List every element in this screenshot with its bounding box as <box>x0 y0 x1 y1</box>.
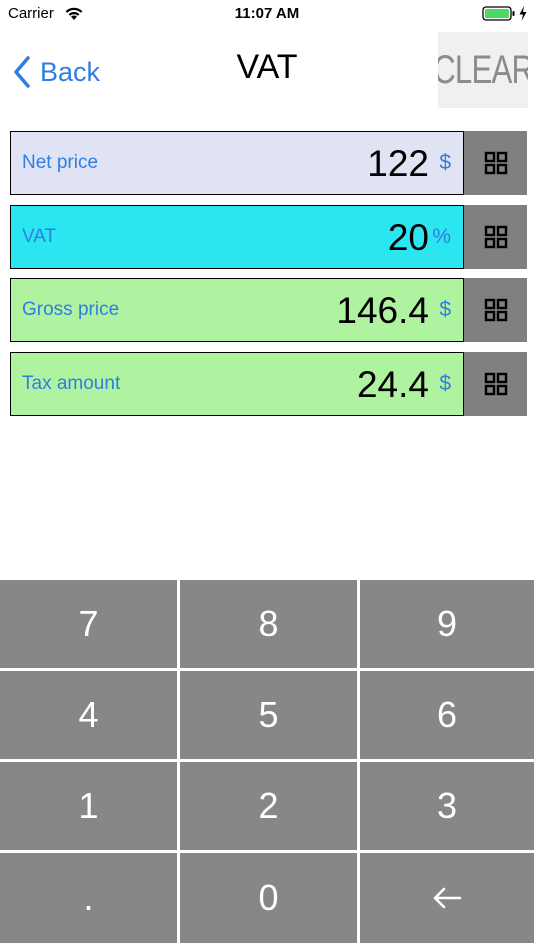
clear-button[interactable]: CLEAR <box>438 32 528 108</box>
field-label: Tax amount <box>22 373 121 394</box>
field-row-vat: VAT 20 % <box>10 205 527 269</box>
net-price-field[interactable]: Net price 122 $ <box>10 131 464 195</box>
field-value: 20 <box>387 217 429 258</box>
grid-button[interactable] <box>464 131 527 195</box>
status-bar: Carrier 11:07 AM <box>0 0 534 28</box>
field-label: VAT <box>22 226 57 247</box>
field-value: 146.4 <box>336 290 429 331</box>
field-unit: $ <box>439 372 451 395</box>
field-unit: % <box>432 225 451 248</box>
key-7[interactable]: 7 <box>0 580 177 668</box>
backspace-arrow-icon <box>433 887 462 909</box>
key-8[interactable]: 8 <box>180 580 357 668</box>
grid-icon <box>484 225 507 249</box>
grid-icon <box>484 151 507 175</box>
key-0[interactable]: 0 <box>180 853 357 943</box>
grid-icon <box>484 298 507 322</box>
key-4[interactable]: 4 <box>0 671 177 759</box>
field-unit: $ <box>439 151 451 174</box>
field-label: Gross price <box>22 299 120 320</box>
clear-label: CLEAR <box>438 47 528 92</box>
key-3[interactable]: 3 <box>360 762 534 850</box>
grid-button[interactable] <box>464 278 527 342</box>
key-2[interactable]: 2 <box>180 762 357 850</box>
field-row-gross-price: Gross price 146.4 $ <box>10 278 527 342</box>
grid-button[interactable] <box>464 205 527 269</box>
field-row-net-price: Net price 122 $ <box>10 131 527 195</box>
field-unit: $ <box>439 298 451 321</box>
grid-icon <box>484 372 507 396</box>
field-value: 122 <box>367 143 429 184</box>
key-5[interactable]: 5 <box>180 671 357 759</box>
charging-bolt-icon <box>519 6 527 21</box>
clock-time: 11:07 AM <box>234 5 300 22</box>
numeric-keypad: 7 8 9 4 5 6 1 2 3 . 0 <box>0 578 534 950</box>
key-9[interactable]: 9 <box>360 580 534 668</box>
field-row-tax-amount: Tax amount 24.4 $ <box>10 352 527 416</box>
key-decimal-point[interactable]: . <box>0 853 177 943</box>
backspace-key[interactable] <box>360 853 534 943</box>
gross-price-field[interactable]: Gross price 146.4 $ <box>10 278 464 342</box>
vat-field[interactable]: VAT 20 % <box>10 205 464 269</box>
key-6[interactable]: 6 <box>360 671 534 759</box>
battery-icon <box>482 6 515 21</box>
field-label: Net price <box>22 152 99 173</box>
key-1[interactable]: 1 <box>0 762 177 850</box>
tax-amount-field[interactable]: Tax amount 24.4 $ <box>10 352 464 416</box>
grid-button[interactable] <box>464 352 527 416</box>
field-value: 24.4 <box>356 364 429 405</box>
